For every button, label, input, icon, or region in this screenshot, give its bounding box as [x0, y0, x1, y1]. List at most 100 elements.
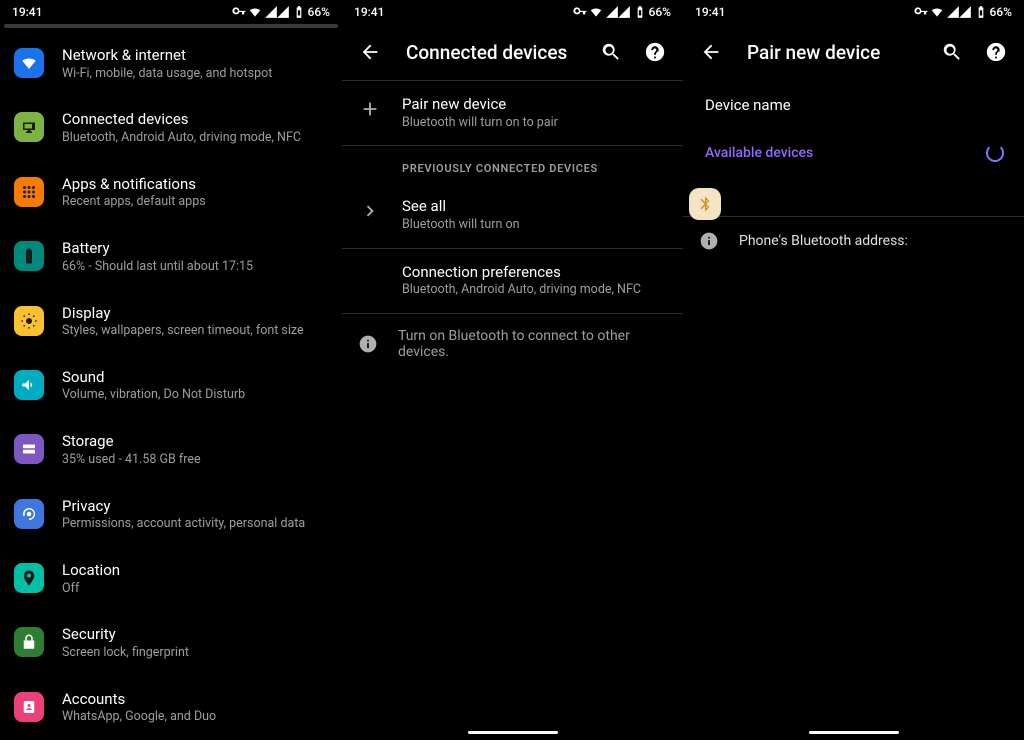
settings-item-network[interactable]: Network & internet Wi-Fi, mobile, data u…	[0, 32, 342, 96]
arrow-back-icon	[700, 41, 722, 63]
battery-icon	[974, 5, 988, 19]
status-battery-pct: 66%	[990, 5, 1012, 19]
info-text: Turn on Bluetooth to connect to other de…	[398, 328, 667, 360]
item-title: Accounts	[62, 690, 328, 710]
row-sub: Bluetooth will turn on	[402, 217, 667, 234]
item-title: Battery	[62, 239, 328, 259]
available-devices-label: Available devices	[705, 145, 813, 161]
item-sub: 66% - Should last until about 17:15	[62, 259, 328, 276]
item-sub: Permissions, account activity, personal …	[62, 516, 328, 533]
bt-address-row: Phone's Bluetooth address:	[683, 217, 1024, 265]
status-time: 19:41	[12, 5, 42, 19]
settings-item-battery[interactable]: Battery 66% - Should last until about 17…	[0, 225, 342, 289]
search-button[interactable]	[932, 32, 972, 72]
page-title: Connected devices	[394, 41, 587, 64]
row-title: Pair new device	[402, 95, 667, 115]
bluetooth-info-row: Turn on Bluetooth to connect to other de…	[342, 314, 683, 374]
lock-icon	[14, 627, 44, 657]
settings-item-storage[interactable]: Storage 35% used - 41.58 GB free	[0, 418, 342, 482]
search-icon	[941, 41, 963, 63]
item-title: Location	[62, 561, 328, 581]
row-sub: Bluetooth will turn on to pair	[402, 115, 667, 132]
item-title: Apps & notifications	[62, 175, 328, 195]
available-devices-row: Available devices	[683, 130, 1024, 176]
row-title: See all	[402, 197, 667, 217]
see-all-row[interactable]: See all Bluetooth will turn on	[342, 183, 683, 247]
battery-icon	[292, 5, 306, 19]
wifi-icon	[589, 5, 603, 19]
item-title: Security	[62, 625, 328, 645]
vpn-key-icon	[232, 5, 246, 19]
plus-icon	[358, 97, 382, 121]
settings-item-accounts[interactable]: Accounts WhatsApp, Google, and Duo	[0, 676, 342, 740]
privacy-icon	[14, 499, 44, 529]
bluetooth-chip[interactable]	[689, 188, 721, 220]
status-bar: 19:41 66%	[342, 0, 683, 24]
item-title: Storage	[62, 432, 328, 452]
connection-preferences-row[interactable]: Connection preferences Bluetooth, Androi…	[342, 249, 683, 313]
wifi-icon	[14, 48, 44, 78]
row-title: Connection preferences	[402, 263, 667, 283]
back-button[interactable]	[691, 32, 731, 72]
item-title: Privacy	[62, 497, 328, 517]
location-icon	[14, 563, 44, 593]
status-battery-pct: 66%	[649, 5, 671, 19]
help-button[interactable]	[635, 32, 675, 72]
settings-root-panel: 19:41 66% Network & internet Wi-Fi, mobi…	[0, 0, 342, 740]
search-icon	[600, 41, 622, 63]
nav-pill[interactable]	[809, 731, 899, 734]
item-title: Connected devices	[62, 110, 328, 130]
bt-address-text: Phone's Bluetooth address:	[739, 233, 908, 249]
sound-icon	[14, 370, 44, 400]
devices-icon	[14, 112, 44, 142]
previously-connected-label: Previously connected devices	[342, 146, 683, 183]
pair-new-device-row[interactable]: Pair new device Bluetooth will turn on t…	[342, 81, 683, 145]
nav-pill[interactable]	[468, 731, 558, 734]
status-bar: 19:41 66%	[0, 0, 342, 24]
item-sub: WhatsApp, Google, and Duo	[62, 709, 328, 726]
device-name-row[interactable]: Device name	[683, 80, 1024, 130]
status-battery-pct: 66%	[308, 5, 330, 19]
header: Pair new device	[683, 24, 1024, 80]
settings-item-display[interactable]: Display Styles, wallpapers, screen timeo…	[0, 290, 342, 354]
help-icon	[644, 41, 666, 63]
item-sub: 35% used - 41.58 GB free	[62, 452, 328, 469]
loading-spinner-icon	[986, 144, 1004, 162]
settings-item-privacy[interactable]: Privacy Permissions, account activity, p…	[0, 483, 342, 547]
item-sub: Screen lock, fingerprint	[62, 645, 328, 662]
item-sub: Bluetooth, Android Auto, driving mode, N…	[62, 130, 328, 147]
drag-handle[interactable]	[4, 24, 338, 28]
display-icon	[14, 306, 44, 336]
wifi-icon	[930, 5, 944, 19]
status-bar: 19:41 66%	[683, 0, 1024, 24]
chevron-right-icon	[358, 199, 382, 223]
vpn-key-icon	[914, 5, 928, 19]
settings-item-connected-devices[interactable]: Connected devices Bluetooth, Android Aut…	[0, 96, 342, 160]
signal-icon-2	[958, 5, 972, 19]
status-icons: 66%	[914, 5, 1012, 19]
settings-item-apps[interactable]: Apps & notifications Recent apps, defaul…	[0, 161, 342, 225]
settings-item-security[interactable]: Security Screen lock, fingerprint	[0, 611, 342, 675]
battery-icon	[14, 241, 44, 271]
status-icons: 66%	[232, 5, 330, 19]
status-time: 19:41	[695, 5, 725, 19]
item-title: Network & internet	[62, 46, 328, 66]
back-button[interactable]	[350, 32, 390, 72]
help-icon	[985, 41, 1007, 63]
signal-icon-2	[276, 5, 290, 19]
item-sub: Wi-Fi, mobile, data usage, and hotspot	[62, 66, 328, 83]
wifi-icon	[248, 5, 262, 19]
status-time: 19:41	[354, 5, 384, 19]
settings-item-sound[interactable]: Sound Volume, vibration, Do Not Disturb	[0, 354, 342, 418]
battery-icon	[633, 5, 647, 19]
status-icons: 66%	[573, 5, 671, 19]
item-sub: Volume, vibration, Do Not Disturb	[62, 387, 328, 404]
search-button[interactable]	[591, 32, 631, 72]
help-button[interactable]	[976, 32, 1016, 72]
settings-item-location[interactable]: Location Off	[0, 547, 342, 611]
arrow-back-icon	[359, 41, 381, 63]
info-icon	[699, 231, 719, 251]
signal-icon-2	[617, 5, 631, 19]
page-title: Pair new device	[735, 41, 928, 64]
apps-icon	[14, 177, 44, 207]
